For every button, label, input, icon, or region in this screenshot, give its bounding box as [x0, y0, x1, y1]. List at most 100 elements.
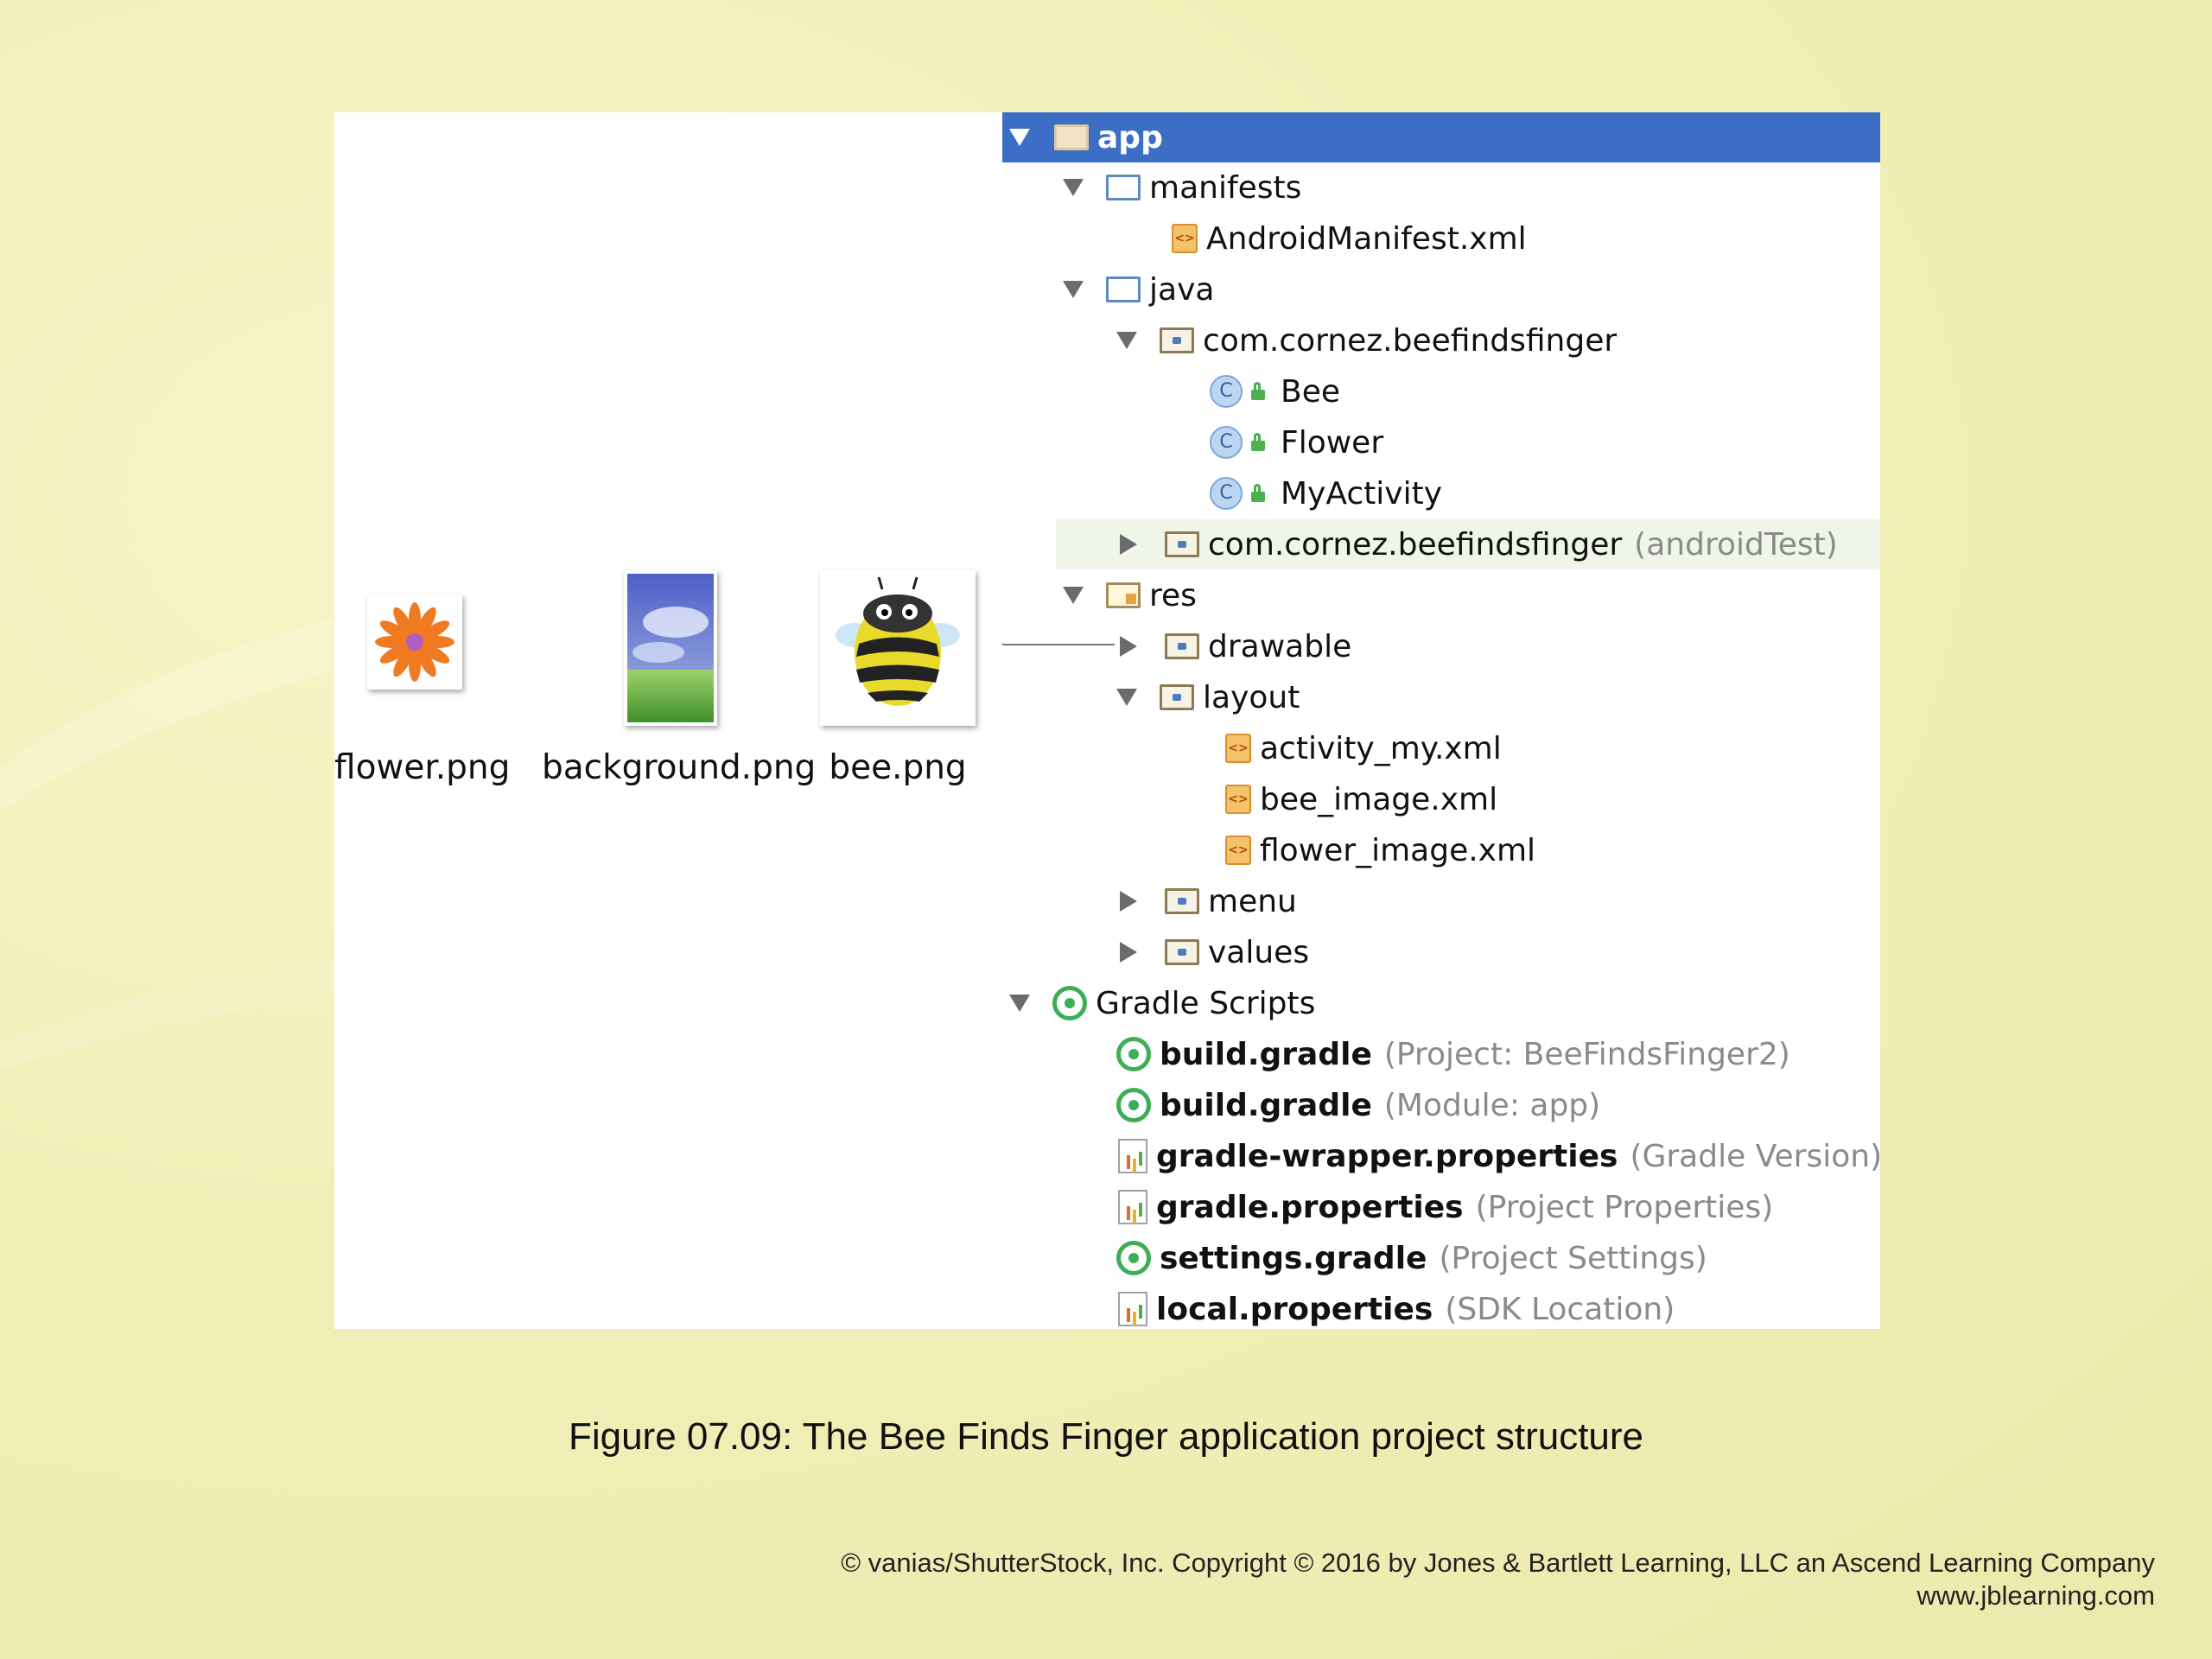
tree-item-label: AndroidManifest.xml	[1206, 220, 1527, 257]
properties-file-icon	[1118, 1292, 1147, 1326]
tree-item-label: com.cornez.beefindsfinger	[1208, 526, 1623, 563]
tree-item-label: bee_image.xml	[1260, 781, 1498, 817]
xml-file-icon: <>	[1225, 734, 1251, 763]
thumbnail-label: bee.png	[829, 748, 967, 787]
expand-arrow-icon[interactable]	[1063, 179, 1084, 196]
tree-item-label: Gradle Scripts	[1096, 985, 1316, 1021]
tree-item-label: res	[1149, 577, 1197, 613]
properties-file-icon	[1118, 1190, 1147, 1224]
class-icon: C	[1210, 477, 1243, 510]
tree-item-class-flower[interactable]: C Flower	[1002, 417, 1880, 467]
expand-arrow-icon[interactable]	[1063, 587, 1084, 604]
tree-item-flower-image[interactable]: <> flower_image.xml	[1002, 825, 1880, 875]
background-image-icon	[627, 574, 714, 722]
folder-icon	[1165, 888, 1199, 914]
tree-item-drawable[interactable]: drawable	[1002, 621, 1880, 671]
tree-item-suffix: (SDK Location)	[1445, 1291, 1675, 1327]
tree-item-app[interactable]: app	[1002, 112, 1880, 162]
expand-arrow-icon[interactable]	[1009, 129, 1030, 146]
tree-item-gradle-scripts[interactable]: Gradle Scripts	[1002, 978, 1880, 1028]
bee-thumbnail[interactable]	[820, 570, 976, 726]
tree-item-suffix: (Gradle Version)	[1630, 1138, 1880, 1174]
tree-item-label: Bee	[1281, 373, 1340, 410]
tree-item-label: app	[1097, 119, 1163, 156]
xml-file-icon: <>	[1225, 836, 1251, 865]
tree-item-label: layout	[1203, 679, 1300, 715]
tree-item-build-gradle-module[interactable]: build.gradle (Module: app)	[1002, 1080, 1880, 1130]
tree-item-label: flower_image.xml	[1260, 832, 1536, 868]
tree-item-android-manifest[interactable]: <> AndroidManifest.xml	[1002, 213, 1880, 264]
collapse-arrow-icon[interactable]	[1120, 534, 1137, 555]
flower-icon	[375, 602, 454, 682]
folder-icon	[1165, 939, 1199, 965]
folder-icon	[1160, 684, 1194, 710]
tree-item-label: values	[1208, 934, 1310, 970]
class-icon: C	[1210, 426, 1243, 459]
tree-item-suffix: (Project Settings)	[1439, 1240, 1707, 1276]
expand-arrow-icon[interactable]	[1063, 281, 1084, 298]
tree-item-label: MyActivity	[1281, 475, 1442, 512]
tree-item-label: Flower	[1281, 424, 1384, 461]
tree-item-java[interactable]: java	[1002, 264, 1880, 315]
flower-thumbnail[interactable]	[367, 594, 462, 690]
figure-caption: Figure 07.09: The Bee Finds Finger appli…	[568, 1415, 1644, 1458]
thumbnail-label: background.png	[542, 748, 817, 787]
gradle-icon	[1116, 1037, 1151, 1071]
tree-item-res[interactable]: res	[1002, 570, 1880, 620]
figure-panel: flower.png background.png bee.png app ma…	[334, 112, 1880, 1329]
tree-item-gradle-wrapper[interactable]: gradle-wrapper.properties (Gradle Versio…	[1002, 1131, 1880, 1181]
tree-item-suffix: (Module: app)	[1383, 1087, 1601, 1123]
tree-item-label: activity_my.xml	[1260, 730, 1502, 766]
tree-item-settings-gradle[interactable]: settings.gradle (Project Settings)	[1002, 1233, 1880, 1283]
tree-item-label: settings.gradle	[1160, 1240, 1427, 1276]
package-icon	[1165, 531, 1199, 557]
lock-icon	[1249, 433, 1267, 452]
tree-item-package-test[interactable]: com.cornez.beefindsfinger (androidTest)	[1056, 519, 1880, 569]
credit-line: © vanias/ShutterStock, Inc. Copyright © …	[841, 1548, 2155, 1578]
background-thumbnail[interactable]	[624, 570, 717, 726]
lock-icon	[1249, 382, 1267, 401]
credit-url: www.jblearning.com	[1916, 1580, 2155, 1611]
xml-file-icon: <>	[1225, 785, 1251, 814]
tree-item-class-myactivity[interactable]: C MyActivity	[1002, 468, 1880, 518]
folder-icon	[1165, 633, 1199, 659]
tree-item-package-main[interactable]: com.cornez.beefindsfinger	[1002, 315, 1880, 365]
copyright-credit: © vanias/ShutterStock, Inc. Copyright © …	[841, 1547, 2155, 1612]
tree-item-label: drawable	[1208, 628, 1352, 664]
tree-item-label: java	[1149, 271, 1215, 308]
tree-item-label: build.gradle	[1160, 1036, 1372, 1072]
tree-item-label: gradle-wrapper.properties	[1156, 1138, 1618, 1174]
folder-icon	[1106, 276, 1141, 302]
tree-item-label: menu	[1208, 883, 1297, 919]
tree-item-manifests[interactable]: manifests	[1002, 162, 1880, 213]
collapse-arrow-icon[interactable]	[1120, 891, 1137, 912]
bee-icon	[836, 576, 960, 706]
tree-item-label: gradle.properties	[1156, 1189, 1464, 1225]
expand-arrow-icon[interactable]	[1009, 995, 1030, 1012]
expand-arrow-icon[interactable]	[1116, 689, 1137, 706]
tree-item-layout[interactable]: layout	[1002, 672, 1880, 722]
tree-item-local-properties[interactable]: local.properties (SDK Location)	[1002, 1284, 1880, 1329]
tree-item-menu[interactable]: menu	[1002, 876, 1880, 926]
gradle-icon	[1116, 1241, 1151, 1275]
tree-item-activity-my[interactable]: <> activity_my.xml	[1002, 723, 1880, 773]
collapse-arrow-icon[interactable]	[1120, 636, 1137, 657]
thumbnail-label: flower.png	[334, 748, 511, 787]
folder-icon	[1106, 175, 1141, 200]
tree-item-bee-image[interactable]: <> bee_image.xml	[1002, 774, 1880, 824]
tree-item-suffix: (Project Properties)	[1475, 1189, 1774, 1225]
tree-item-values[interactable]: values	[1002, 927, 1880, 977]
collapse-arrow-icon[interactable]	[1120, 942, 1137, 963]
tree-item-class-bee[interactable]: C Bee	[1002, 366, 1880, 416]
tree-item-build-gradle-project[interactable]: build.gradle (Project: BeeFindsFinger2)	[1002, 1029, 1880, 1079]
resource-folder-icon	[1106, 582, 1141, 608]
tree-item-suffix: (Project: BeeFindsFinger2)	[1383, 1036, 1790, 1072]
package-icon	[1160, 327, 1194, 353]
lock-icon	[1249, 484, 1267, 503]
tree-item-label: manifests	[1149, 169, 1302, 206]
tree-item-gradle-properties[interactable]: gradle.properties (Project Properties)	[1002, 1182, 1880, 1232]
module-folder-icon	[1054, 124, 1089, 150]
expand-arrow-icon[interactable]	[1116, 332, 1137, 349]
xml-file-icon: <>	[1172, 224, 1198, 253]
tree-item-label: build.gradle	[1160, 1087, 1372, 1123]
